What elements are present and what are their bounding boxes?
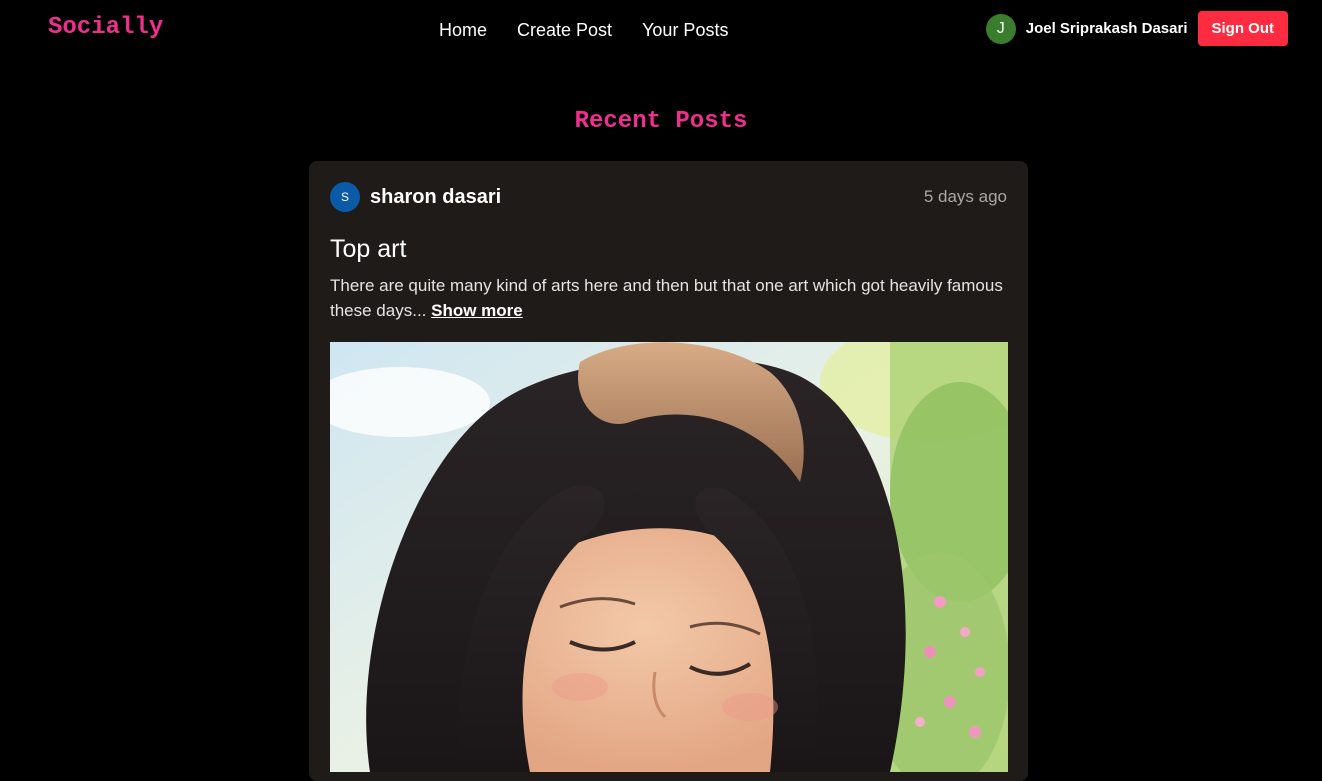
post-image-illustration [330, 342, 1008, 772]
user-area: J Joel Sriprakash Dasari Sign Out [985, 11, 1288, 46]
show-more-link[interactable]: Show more [431, 301, 523, 320]
user-avatar[interactable]: J [985, 13, 1016, 44]
post-title: Top art [330, 235, 407, 263]
nav-create-post-link[interactable]: Create Post [517, 18, 612, 42]
page-title: Recent Posts [574, 108, 748, 135]
nav-home-link[interactable]: Home [439, 18, 487, 42]
brand-logo[interactable]: Socially [48, 14, 163, 41]
main-nav: Home Create Post Your Posts [439, 18, 728, 42]
nav-your-posts-link[interactable]: Your Posts [642, 18, 728, 42]
post-timestamp: 5 days ago [923, 187, 1007, 206]
top-navbar: Socially Home Create Post Your Posts J J… [0, 0, 1322, 58]
author-name[interactable]: sharon dasari [370, 186, 501, 209]
sign-out-button[interactable]: Sign Out [1197, 11, 1288, 46]
user-name: Joel Sriprakash Dasari [1025, 20, 1188, 37]
post-header: S sharon dasari 5 days ago [330, 182, 1007, 212]
post-image[interactable] [330, 342, 1008, 772]
author-avatar[interactable]: S [330, 182, 360, 212]
post-card: S sharon dasari 5 days ago Top art There… [309, 161, 1028, 781]
post-excerpt: There are quite many kind of arts here a… [330, 273, 1008, 323]
